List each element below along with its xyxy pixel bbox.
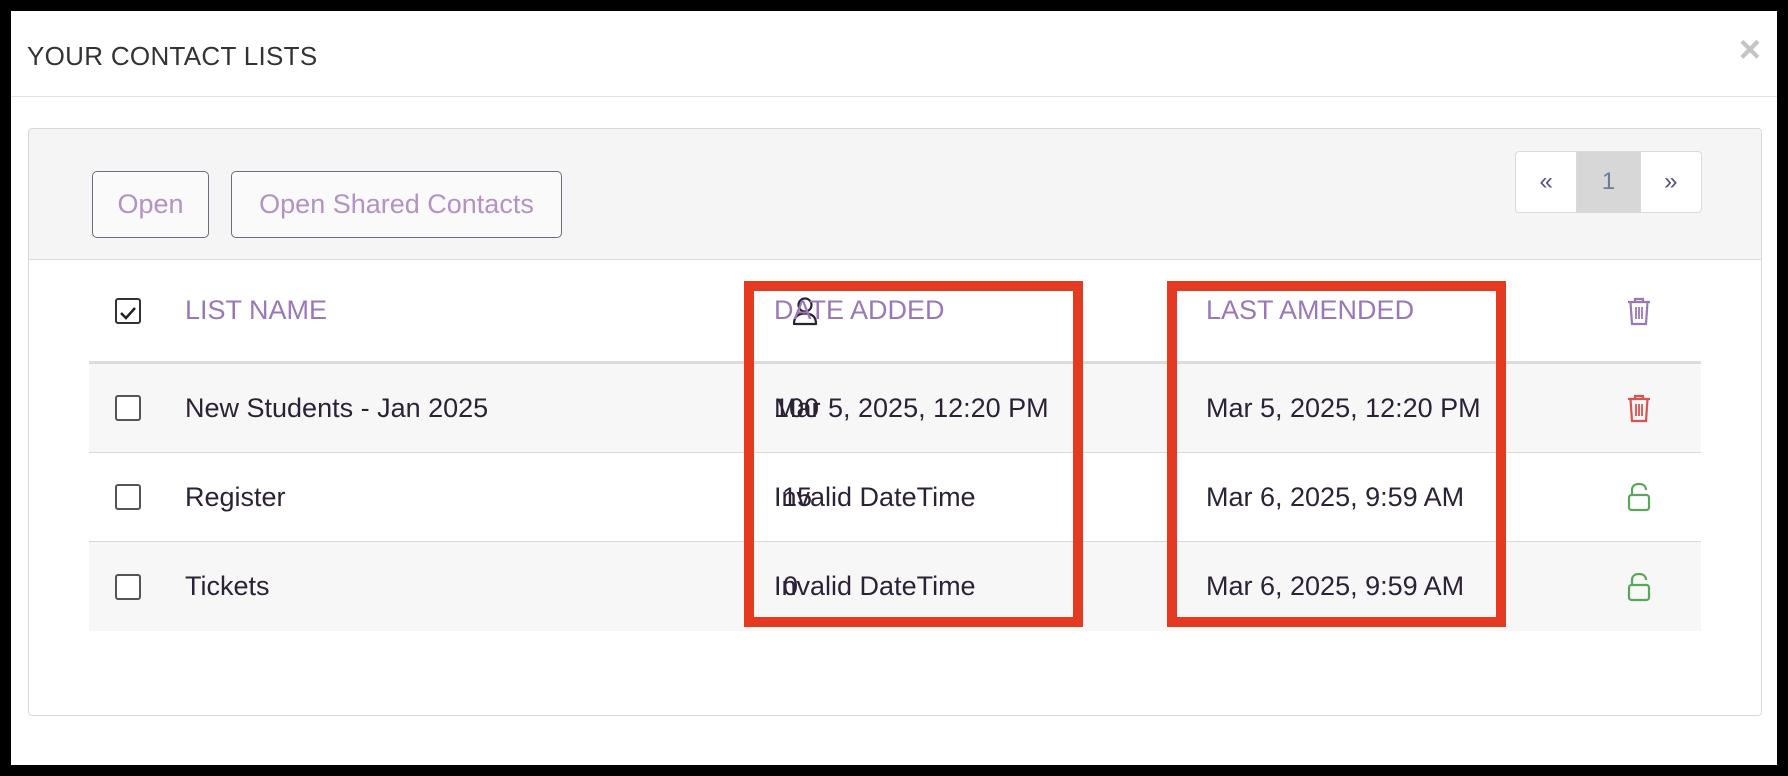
list-name[interactable]: Tickets	[185, 542, 270, 631]
column-header-date-added[interactable]: DATE ADDED	[774, 260, 945, 361]
trash-icon[interactable]	[1626, 393, 1652, 423]
close-button[interactable]: ×	[1739, 31, 1761, 69]
list-name[interactable]: Register	[185, 453, 286, 541]
modal-title: YOUR CONTACT LISTS	[27, 41, 318, 71]
contact-lists-modal: YOUR CONTACT LISTS × Open Open Shared Co…	[11, 11, 1777, 765]
pagination-prev[interactable]: «	[1516, 152, 1578, 212]
table-row[interactable]: Tickets 0 Invalid DateTime Mar 6, 2025, …	[89, 542, 1701, 631]
last-amended: Mar 6, 2025, 9:59 AM	[1206, 571, 1465, 601]
select-all-cell	[114, 260, 142, 361]
last-amended: Mar 6, 2025, 9:59 AM	[1206, 481, 1465, 512]
date-added: Invalid DateTime	[774, 571, 976, 601]
table-header-row: LIST NAME DATE ADDED LAST AMENDED	[89, 260, 1701, 364]
row-checkbox[interactable]	[115, 395, 141, 421]
table-row[interactable]: Register 15 Invalid DateTime Mar 6, 2025…	[89, 453, 1701, 542]
date-added: Mar 5, 2025, 12:20 PM	[774, 392, 1049, 423]
last-amended: Mar 5, 2025, 12:20 PM	[1206, 392, 1481, 423]
checkmark-icon	[120, 306, 136, 320]
row-checkbox[interactable]	[115, 573, 141, 600]
lock-icon[interactable]	[1626, 482, 1652, 512]
table-row[interactable]: New Students - Jan 2025 100 Mar 5, 2025,…	[89, 364, 1701, 453]
contact-count: 0	[782, 571, 798, 601]
open-shared-contacts-button[interactable]: Open Shared Contacts	[231, 171, 562, 238]
list-name[interactable]: New Students - Jan 2025	[185, 364, 488, 452]
column-header-list-name[interactable]: LIST NAME	[185, 260, 327, 361]
pagination-next[interactable]: »	[1641, 152, 1701, 212]
column-header-last-amended[interactable]: LAST AMENDED	[1206, 260, 1414, 361]
row-checkbox[interactable]	[115, 484, 141, 510]
date-added: Invalid DateTime	[774, 481, 976, 512]
open-button[interactable]: Open	[92, 171, 209, 238]
trash-icon	[1626, 296, 1652, 326]
select-all-checkbox[interactable]	[115, 297, 141, 324]
pagination: « 1 »	[1515, 151, 1702, 213]
pagination-page-1[interactable]: 1	[1577, 152, 1641, 212]
toolbar: Open Open Shared Contacts « 1 »	[29, 129, 1761, 260]
modal-header: YOUR CONTACT LISTS ×	[11, 11, 1777, 97]
column-header-delete[interactable]	[1619, 260, 1659, 361]
lock-icon[interactable]	[1626, 572, 1652, 602]
